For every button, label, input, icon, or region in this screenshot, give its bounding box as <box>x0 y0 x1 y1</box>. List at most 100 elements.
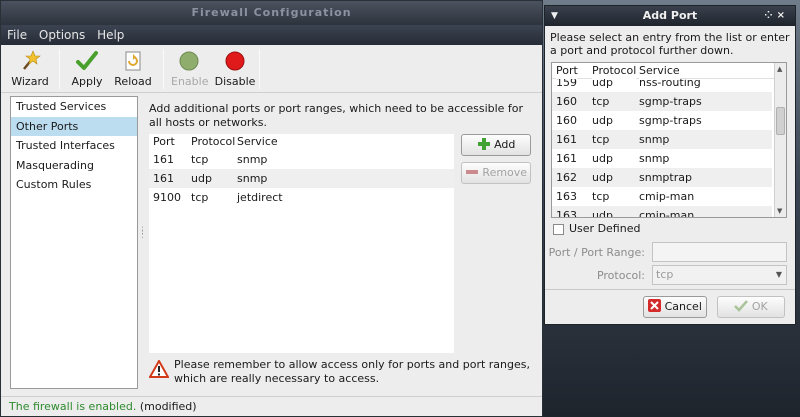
cell-service: snmp <box>237 172 268 185</box>
cell-port: 163 <box>556 209 577 218</box>
menu-help[interactable]: Help <box>97 28 124 42</box>
disable-icon <box>225 51 245 71</box>
header-port[interactable]: Port <box>153 134 175 150</box>
cell-protocol: tcp <box>592 95 610 108</box>
port-range-label: Port / Port Range: <box>548 246 645 259</box>
disable-label: Disable <box>214 75 256 88</box>
table-row[interactable]: 161 udp snmp <box>149 169 454 188</box>
disable-button[interactable]: Disable <box>214 49 256 88</box>
reload-icon <box>125 51 141 71</box>
sidebar-item-trusted-services[interactable]: Trusted Services <box>11 97 137 117</box>
ok-label: OK <box>751 300 768 313</box>
cell-port: 9100 <box>153 191 181 204</box>
warning-text: Please remember to allow access only for… <box>174 358 530 385</box>
cell-port: 160 <box>556 95 577 108</box>
warning-icon <box>149 360 169 378</box>
sidebar-item-custom-rules[interactable]: Custom Rules <box>11 175 137 195</box>
plus-icon <box>477 138 490 150</box>
scroll-down-icon[interactable]: ▼ <box>777 207 782 215</box>
list-scrollbar[interactable]: ▲ ▼ <box>774 63 786 217</box>
user-defined-checkbox[interactable] <box>553 224 564 235</box>
cancel-icon <box>648 299 662 312</box>
cell-protocol: tcp <box>191 191 209 204</box>
dialog-separator <box>545 289 795 290</box>
table-row[interactable]: 9100 tcp jetdirect <box>149 188 454 207</box>
cell-protocol: udp <box>592 209 613 218</box>
header-protocol[interactable]: Protocol <box>191 134 235 150</box>
wizard-label: Wizard <box>11 75 49 88</box>
menubar: File Options Help <box>1 25 542 45</box>
menu-options[interactable]: Options <box>39 28 85 42</box>
list-item[interactable]: 161 tcp snmp <box>552 130 772 149</box>
port-list: 159 udp nss-routing 160 tcp sgmp-traps 1… <box>551 62 787 218</box>
ports-table: Port Protocol Service 161 tcp snmp 161 u… <box>149 134 454 353</box>
window-title: Firewall Configuration <box>1 1 542 25</box>
remove-button[interactable]: Remove <box>461 162 531 184</box>
chevron-down-icon: ▼ <box>775 270 782 279</box>
cell-port: 162 <box>556 171 577 184</box>
list-item[interactable]: 160 udp sgmp-traps <box>552 111 772 130</box>
wizard-icon <box>23 50 41 70</box>
cancel-label: Cancel <box>664 300 702 313</box>
scroll-up-icon[interactable]: ▲ <box>777 65 782 73</box>
checkmark-icon <box>76 51 98 70</box>
dialog-intro: Please select an entry from the list or … <box>550 31 790 57</box>
ok-button[interactable]: OK <box>717 296 785 318</box>
window-controls[interactable]: ⁘× <box>764 6 789 26</box>
ok-checkmark-icon <box>734 300 749 312</box>
cell-port: 161 <box>153 153 174 166</box>
enable-button[interactable]: Enable <box>171 49 209 88</box>
sidebar-item-trusted-interfaces[interactable]: Trusted Interfaces <box>11 136 137 156</box>
toolbar-separator <box>259 49 260 89</box>
cell-protocol: udp <box>592 114 613 127</box>
port-range-input[interactable] <box>652 242 787 262</box>
header-protocol[interactable]: Protocol <box>592 63 637 79</box>
cell-service: jetdirect <box>237 191 283 204</box>
header-service[interactable]: Service <box>639 63 680 79</box>
list-item[interactable]: 161 udp snmp <box>552 149 772 168</box>
header-port[interactable]: Port <box>556 63 578 79</box>
cell-service: snmptrap <box>639 171 692 184</box>
cell-protocol: udp <box>592 171 613 184</box>
cell-port: 163 <box>556 190 577 203</box>
port-list-rows: 159 udp nss-routing 160 tcp sgmp-traps 1… <box>552 73 772 218</box>
cell-protocol: udp <box>191 172 212 185</box>
toolbar-separator <box>59 49 60 89</box>
user-defined-label: User Defined <box>569 222 641 235</box>
reload-button[interactable]: Reload <box>113 49 153 88</box>
toolbar: Wizard Apply Reload Enable Disable <box>1 45 542 93</box>
add-button[interactable]: Add <box>461 134 531 156</box>
list-header: Port Protocol Service <box>552 63 786 79</box>
cell-protocol: udp <box>592 152 613 165</box>
list-item[interactable]: 162 udp snmptrap <box>552 168 772 187</box>
window-menu-icon[interactable]: ▼ <box>551 6 558 26</box>
table-header: Port Protocol Service <box>149 134 454 150</box>
status-bar: The firewall is enabled. (modified) <box>1 396 542 416</box>
scroll-thumb[interactable] <box>776 107 785 135</box>
toolbar-separator <box>163 49 164 89</box>
header-service[interactable]: Service <box>237 134 278 150</box>
wizard-button[interactable]: Wizard <box>11 49 49 88</box>
menu-file[interactable]: File <box>7 28 27 42</box>
protocol-label: Protocol: <box>596 269 645 282</box>
list-item[interactable]: 163 tcp cmip-man <box>552 187 772 206</box>
table-row[interactable]: 161 tcp snmp <box>149 150 454 169</box>
protocol-value: tcp <box>656 268 674 281</box>
pane-resize-handle[interactable]: ⋮ ⋮ <box>138 227 147 240</box>
cell-protocol: tcp <box>191 153 209 166</box>
sidebar-item-other-ports[interactable]: Other Ports <box>11 116 137 136</box>
enable-label: Enable <box>171 75 209 88</box>
sidebar-item-masquerading[interactable]: Masquerading <box>11 156 137 176</box>
cell-service: cmip-man <box>639 209 695 218</box>
cell-port: 161 <box>556 152 577 165</box>
apply-button[interactable]: Apply <box>69 49 105 88</box>
protocol-select[interactable]: tcp ▼ <box>652 265 787 285</box>
cell-service: snmp <box>639 133 670 146</box>
minus-icon <box>465 170 478 174</box>
cancel-button[interactable]: Cancel <box>643 296 707 318</box>
cell-service: sgmp-traps <box>639 95 702 108</box>
list-item[interactable]: 163 udp cmip-man <box>552 206 772 218</box>
list-item[interactable]: 160 tcp sgmp-traps <box>552 92 772 111</box>
ports-description: Add additional ports or port ranges, whi… <box>149 102 524 129</box>
remove-label: Remove <box>482 166 528 179</box>
